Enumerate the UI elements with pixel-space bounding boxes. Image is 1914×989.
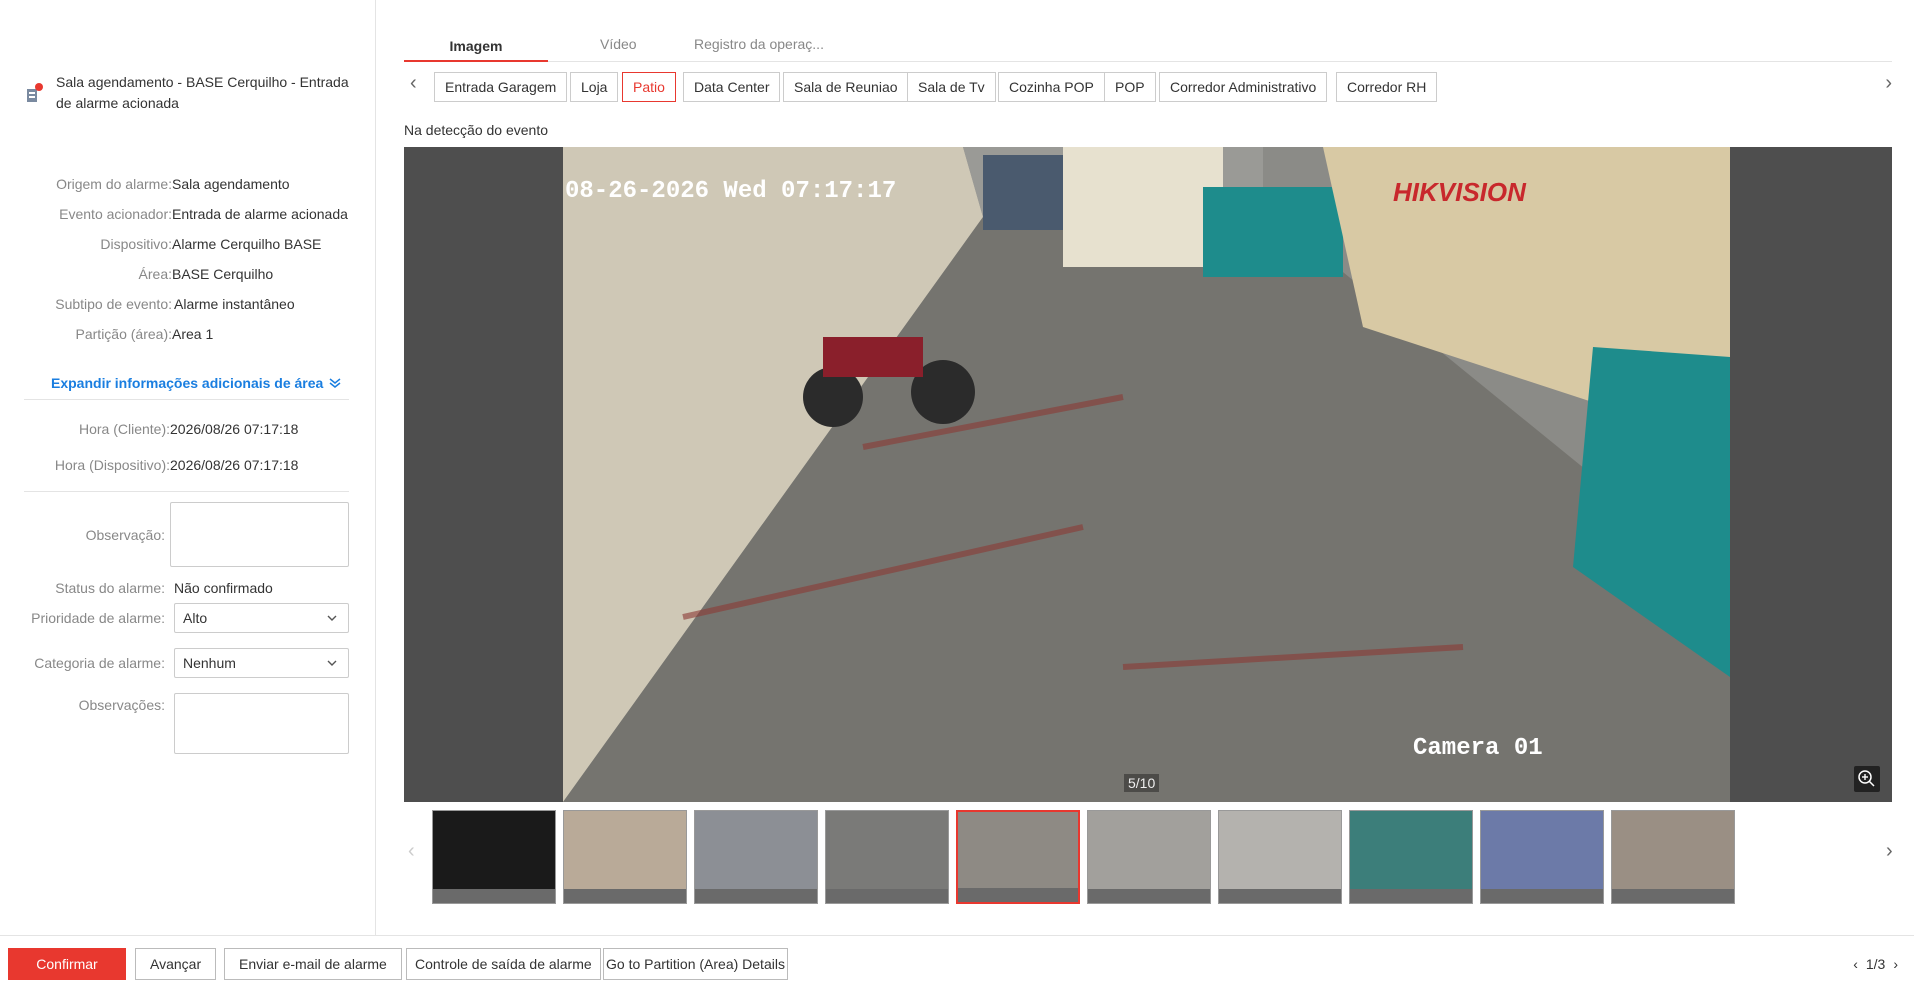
confirm-button[interactable]: Confirmar [8, 948, 126, 980]
camera-tab[interactable]: Sala de Reuniao [783, 72, 909, 102]
camera-snapshot[interactable]: 08-26-2026 Wed 07:17:17 HIKVISION Camera… [563, 147, 1730, 802]
thumbnail-strip: ‹ › [408, 810, 1893, 906]
thumbnail[interactable] [563, 810, 687, 904]
camera-tab[interactable]: POP [1104, 72, 1156, 102]
advance-button[interactable]: Avançar [135, 948, 217, 980]
thumbnail[interactable] [1087, 810, 1211, 904]
priority-select[interactable]: Alto [174, 603, 349, 633]
thumbnail[interactable] [432, 810, 556, 904]
detail-row: Partição (área): Area 1 [75, 326, 214, 342]
alarm-output-button[interactable]: Controle de saída de alarme [406, 948, 601, 980]
thumbnail[interactable] [1480, 810, 1604, 904]
svg-text:HIKVISION: HIKVISION [1393, 177, 1527, 207]
partition-details-button[interactable]: Go to Partition (Area) Details [603, 948, 788, 980]
tab-registro[interactable]: Registro da operaç... [694, 32, 824, 62]
camera-tab[interactable]: Loja [570, 72, 619, 102]
status-row: Status do alarme: Não confirmado [55, 580, 273, 596]
camera-tab[interactable]: Cozinha POP [998, 72, 1105, 102]
camera-tab-active[interactable]: Patio [622, 72, 676, 102]
tab-imagem[interactable]: Imagem [404, 32, 548, 62]
divider [24, 399, 349, 400]
detail-row: Dispositivo: Alarme Cerquilho BASE [100, 236, 322, 252]
alarm-input-icon [24, 82, 46, 104]
pager: ‹ 1/3 › [1853, 956, 1898, 972]
event-label: Na detecção do evento [404, 122, 548, 138]
camera-tab[interactable]: Sala de Tv [907, 72, 996, 102]
thumbnail[interactable] [825, 810, 949, 904]
thumbnail[interactable] [694, 810, 818, 904]
chevron-left-icon[interactable]: ‹ [408, 840, 415, 863]
alarm-details-panel: Sala agendamento - BASE Cerquilho - Entr… [0, 0, 376, 935]
chevron-right-icon[interactable]: › [1886, 840, 1893, 863]
camera-tab[interactable]: Entrada Garagem [434, 72, 568, 102]
chevron-down-icon [327, 615, 337, 621]
chevron-left-icon[interactable]: ‹ [410, 72, 417, 95]
camera-tab[interactable]: Corredor Administrativo [1159, 72, 1328, 102]
time-row: Hora (Dispositivo): 2026/08/26 07:17:18 [54, 457, 299, 473]
thumbnail[interactable] [1218, 810, 1342, 904]
divider [24, 491, 349, 492]
camera-tab[interactable]: Corredor RH [1336, 72, 1438, 102]
detail-row: Origem do alarme: Sala agendamento [56, 176, 290, 192]
tab-video[interactable]: Vídeo [600, 32, 637, 62]
detail-row: Área: BASE Cerquilho [138, 266, 274, 282]
thumbnail[interactable] [1349, 810, 1473, 904]
thumbnail-active[interactable] [956, 810, 1080, 904]
chevron-left-icon[interactable]: ‹ [1853, 956, 1858, 972]
image-viewer: 08-26-2026 Wed 07:17:17 HIKVISION Camera… [404, 147, 1892, 802]
media-tabs: Imagem Vídeo Registro da operaç... [404, 26, 1892, 62]
observacao-textarea[interactable] [170, 502, 349, 567]
time-row: Hora (Cliente): 2026/08/26 07:17:18 [78, 421, 299, 437]
double-chevron-down-icon [329, 378, 341, 388]
snapshot-scene: 08-26-2026 Wed 07:17:17 HIKVISION Camera… [563, 147, 1730, 802]
alarm-title: Sala agendamento - BASE Cerquilho - Entr… [56, 74, 349, 111]
category-select[interactable]: Nenhum [174, 648, 349, 678]
detail-row: Evento acionador: Entrada de alarme acion… [59, 206, 348, 222]
action-bar: Confirmar Avançar Enviar e-mail de alarm… [0, 935, 1914, 989]
zoom-in-icon[interactable] [1854, 766, 1880, 792]
alarm-header: Sala agendamento - BASE Cerquilho - Entr… [24, 72, 354, 114]
chevron-right-icon[interactable]: › [1885, 72, 1892, 95]
thumbnail[interactable] [1611, 810, 1735, 904]
camera-tab[interactable]: Data Center [683, 72, 781, 102]
detail-row: Subtipo de evento: Alarme instantâneo [55, 296, 295, 312]
media-panel: Imagem Vídeo Registro da operaç... ‹ Ent… [404, 0, 1893, 935]
chevron-right-icon[interactable]: › [1893, 956, 1898, 972]
observacoes-textarea[interactable] [174, 693, 349, 754]
expand-area-info-link[interactable]: Expandir informações adicionais de área [51, 375, 341, 391]
image-counter: 5/10 [1124, 774, 1160, 792]
send-email-button[interactable]: Enviar e-mail de alarme [224, 948, 402, 980]
camera-selector: ‹ Entrada Garagem Loja Patio Data Center… [404, 72, 1892, 104]
svg-text:08-26-2026 Wed 07:17:17: 08-26-2026 Wed 07:17:17 [565, 178, 896, 205]
svg-text:Camera 01: Camera 01 [1413, 735, 1543, 762]
chevron-down-icon [327, 660, 337, 666]
